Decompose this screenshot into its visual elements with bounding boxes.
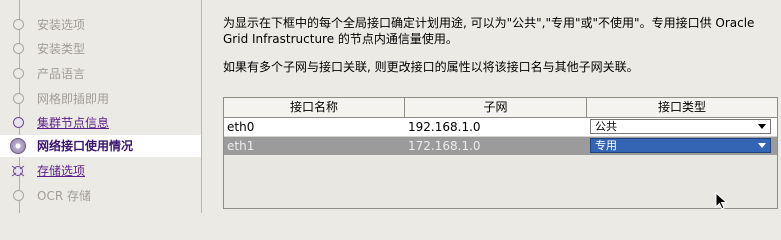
step-install-option: 安装选项: [0, 14, 201, 36]
step-network-interface-usage: 网络接口使用情况: [0, 135, 201, 157]
table-header: 接口名称 子网 接口类型: [224, 98, 777, 118]
interface-name-cell: eth0: [227, 120, 255, 134]
step-node-icon: [13, 190, 24, 201]
step-node-icon: [13, 19, 24, 30]
main-panel: 为显示在下框中的每个全局接口确定计划用途, 可以为"公共","专用"或"不使用"…: [203, 0, 781, 213]
chevron-down-icon: [758, 143, 766, 148]
column-header-subnet[interactable]: 子网: [405, 98, 587, 117]
step-node-icon: [13, 93, 24, 104]
step-product-language: 产品语言: [0, 63, 201, 85]
step-cluster-node-info[interactable]: 集群节点信息: [0, 112, 201, 134]
step-node-icon: [13, 117, 24, 128]
subnet-cell: 172.168.1.0: [408, 139, 481, 153]
next-step-icon: [11, 164, 25, 178]
step-label[interactable]: 存储选项: [37, 163, 85, 179]
step-node-icon: [13, 43, 24, 54]
step-label: OCR 存储: [37, 189, 91, 203]
steps-sidebar: 安装选项 安装类型 产品语言 网格即插即用 集群节点信息 网络接口使用情况 存储…: [0, 0, 202, 213]
interface-name-cell: eth1: [227, 139, 255, 153]
interface-table: 接口名称 子网 接口类型 eth0 192.168.1.0 公共 eth1 17…: [223, 97, 778, 209]
step-label: 网格即插即用: [37, 92, 110, 106]
table-row-selected[interactable]: eth1 172.168.1.0 专用: [224, 137, 777, 155]
dropdown-value: 公共: [595, 120, 617, 133]
subnet-note-text: 如果有多个子网与接口关联, 则更改接口的属性以将该接口名与其他子网关联。: [223, 60, 639, 74]
column-header-interface-name[interactable]: 接口名称: [224, 98, 405, 117]
dropdown-value: 专用: [595, 139, 617, 152]
interface-type-dropdown[interactable]: 专用: [590, 138, 771, 153]
current-step-icon: [10, 138, 26, 154]
instructions-text: 为显示在下框中的每个全局接口确定计划用途, 可以为"公共","专用"或"不使用"…: [223, 16, 755, 46]
mouse-pointer-icon: [715, 192, 728, 210]
column-header-interface-type[interactable]: 接口类型: [587, 98, 777, 117]
step-install-type: 安装类型: [0, 38, 201, 60]
interface-type-dropdown[interactable]: 公共: [590, 119, 771, 134]
step-label[interactable]: 集群节点信息: [37, 115, 109, 131]
chevron-down-icon: [758, 124, 766, 129]
step-label: 安装选项: [37, 18, 86, 32]
step-node-icon: [13, 68, 24, 79]
step-storage-option[interactable]: 存储选项: [0, 160, 201, 182]
step-grid-plug-and-play: 网格即插即用: [0, 88, 201, 110]
step-ocr-storage: OCR 存储: [0, 185, 201, 207]
subnet-cell: 192.168.1.0: [408, 120, 481, 134]
table-row[interactable]: eth0 192.168.1.0 公共: [224, 118, 777, 137]
step-label: 网络接口使用情况: [37, 139, 134, 153]
step-label: 产品语言: [37, 67, 86, 81]
step-label: 安装类型: [37, 42, 86, 56]
